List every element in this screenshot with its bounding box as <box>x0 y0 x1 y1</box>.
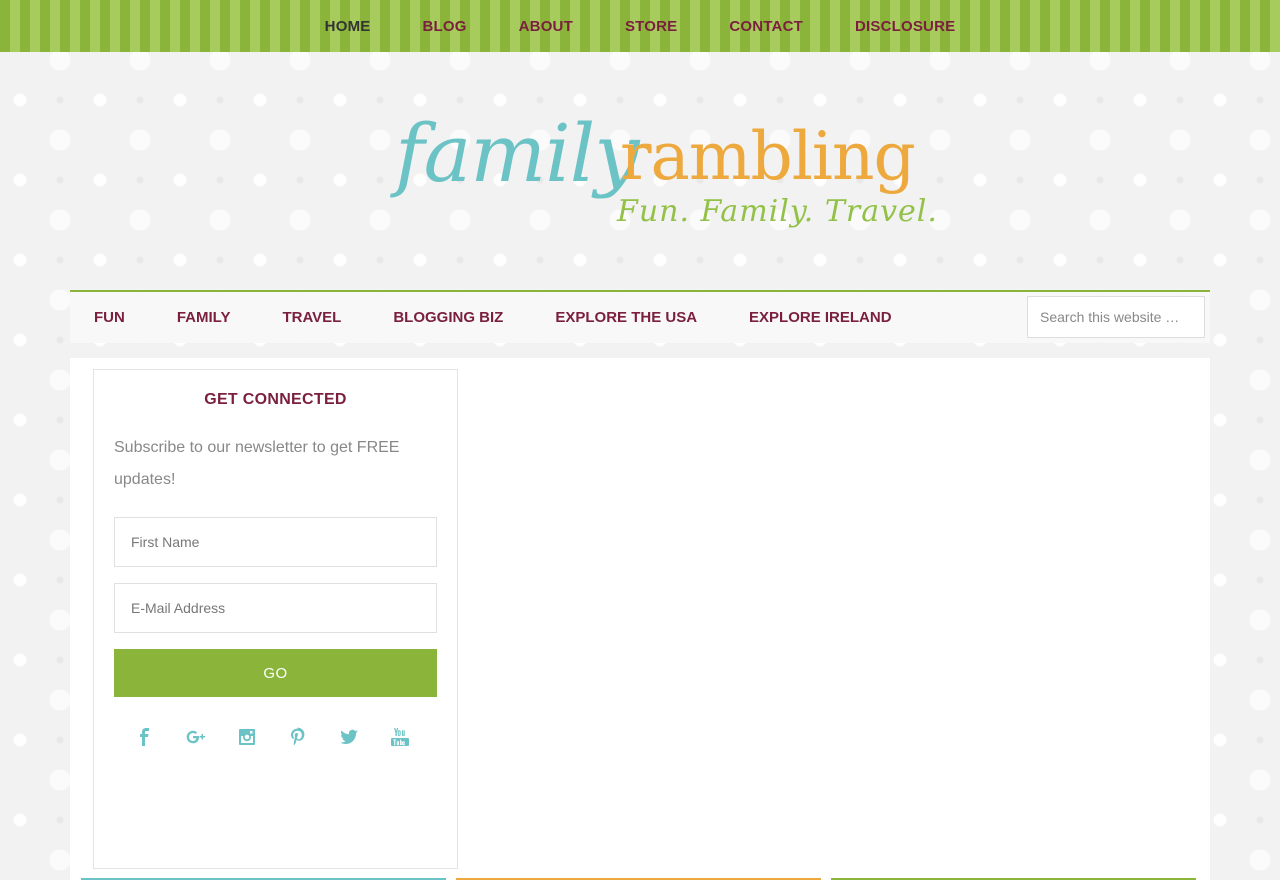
nav-contact-link[interactable]: CONTACT <box>729 18 803 35</box>
first-name-field[interactable] <box>114 517 437 567</box>
logo-word-rambling: rambling <box>620 118 916 195</box>
pinterest-icon[interactable] <box>283 722 313 752</box>
category-family-link[interactable]: FAMILY <box>177 309 231 326</box>
instagram-icon[interactable] <box>232 722 262 752</box>
top-navigation: HOME BLOG ABOUT STORE CONTACT DISCLOSURE <box>0 0 1280 52</box>
widget-title: GET CONNECTED <box>204 391 347 408</box>
category-explore-usa-link[interactable]: EXPLORE THE USA <box>555 309 697 326</box>
nav-blog-link[interactable]: BLOG <box>422 18 466 35</box>
search-input[interactable] <box>1027 296 1205 338</box>
category-travel-link[interactable]: TRAVEL <box>282 309 341 326</box>
logo-tagline: Fun. Family. Travel. <box>617 194 938 229</box>
category-navigation: FUN FAMILY TRAVEL BLOGGING BIZ EXPLORE T… <box>70 290 1210 343</box>
email-field[interactable] <box>114 583 437 633</box>
category-links: FUN FAMILY TRAVEL BLOGGING BIZ EXPLORE T… <box>94 292 944 343</box>
google-plus-icon[interactable] <box>181 722 211 752</box>
go-button[interactable]: GO <box>114 649 437 697</box>
logo-word-family: family <box>395 107 640 200</box>
facebook-icon[interactable] <box>130 722 160 752</box>
site-header: family rambling Fun. Family. Travel. <box>70 52 1210 290</box>
newsletter-description: Subscribe to our newsletter to get FREE … <box>114 439 400 488</box>
nav-home-link[interactable]: HOME <box>325 18 371 35</box>
site-logo[interactable]: family rambling Fun. Family. Travel. <box>395 107 937 264</box>
category-blogging-biz-link[interactable]: BLOGGING BIZ <box>393 309 503 326</box>
twitter-icon[interactable] <box>334 722 364 752</box>
category-explore-ireland-link[interactable]: EXPLORE IRELAND <box>749 309 892 326</box>
newsletter-widget: GET CONNECTED Subscribe to our newslette… <box>93 369 458 869</box>
nav-disclosure-link[interactable]: DISCLOSURE <box>855 18 955 35</box>
nav-store-link[interactable]: STORE <box>625 18 677 35</box>
youtube-icon[interactable] <box>385 722 415 752</box>
main-content: GET CONNECTED Subscribe to our newslette… <box>70 358 1210 880</box>
social-icons <box>130 722 436 752</box>
nav-about-link[interactable]: ABOUT <box>519 18 573 35</box>
category-fun-link[interactable]: FUN <box>94 309 125 326</box>
